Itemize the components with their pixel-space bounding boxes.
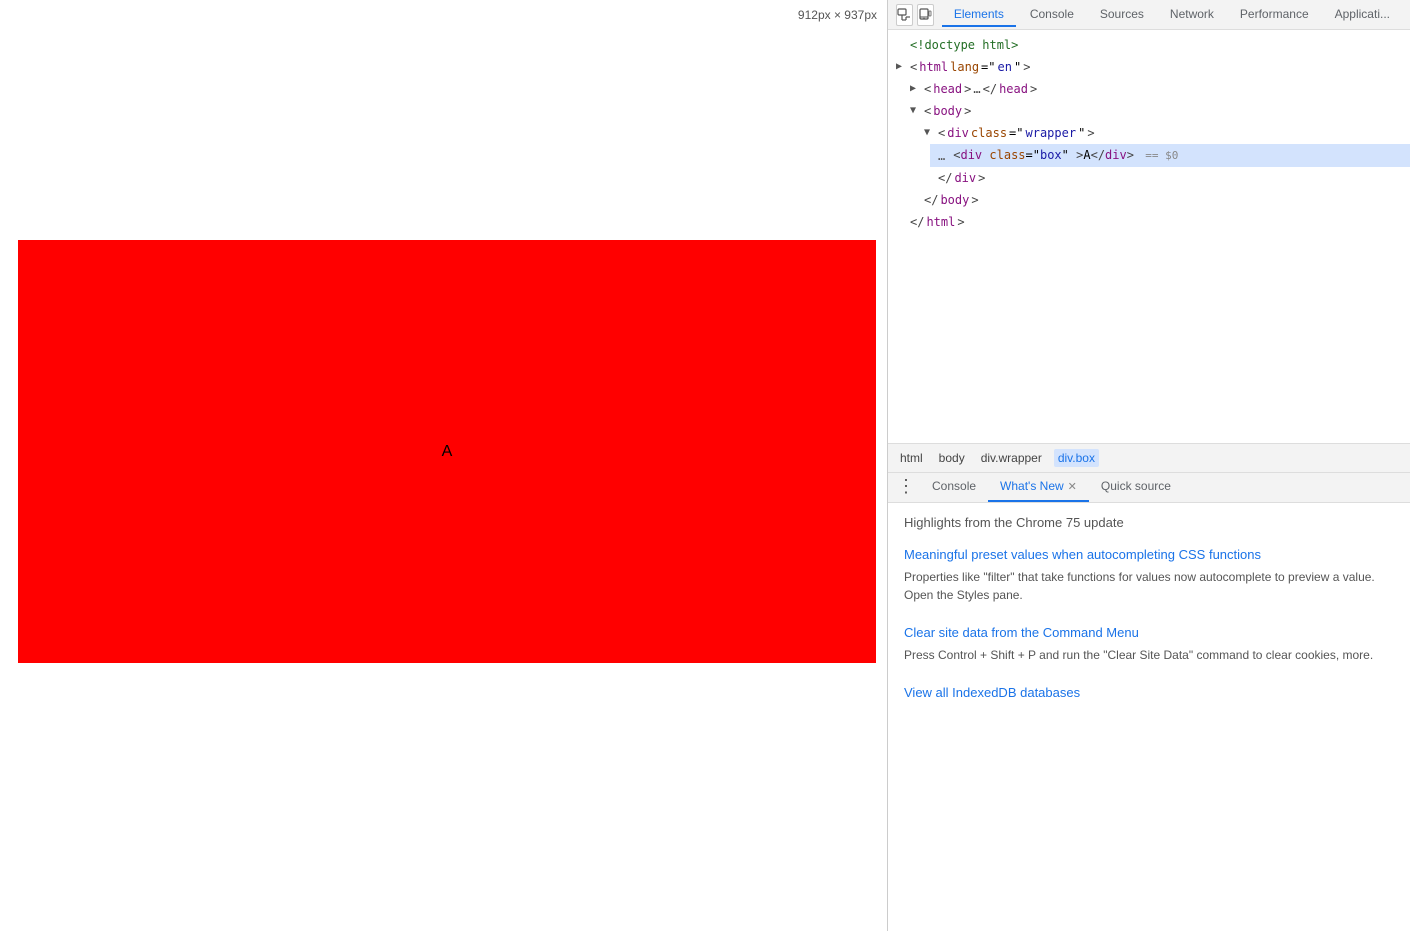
breadcrumb-html[interactable]: html bbox=[896, 449, 927, 467]
devtools-panel: Elements Console Sources Network Perform… bbox=[887, 0, 1410, 931]
feature-title-2[interactable]: Clear site data from the Command Menu bbox=[904, 624, 1394, 642]
tab-performance[interactable]: Performance bbox=[1228, 3, 1321, 27]
breadcrumb-box[interactable]: div.box bbox=[1054, 449, 1099, 467]
feature-item-2: Clear site data from the Command Menu Pr… bbox=[904, 624, 1394, 664]
box-content: A bbox=[442, 443, 453, 461]
feature-desc-1: Properties like "filter" that take funct… bbox=[904, 568, 1394, 604]
devtools-main-tabs: Elements Console Sources Network Perform… bbox=[942, 3, 1402, 27]
highlights-title: Highlights from the Chrome 75 update bbox=[904, 515, 1394, 530]
html-line-close-body[interactable]: </body> bbox=[902, 189, 1410, 211]
feature-desc-2: Press Control + Shift + P and run the "C… bbox=[904, 646, 1394, 664]
breadcrumb-bar: html body div.wrapper div.box bbox=[888, 443, 1410, 473]
html-line-head[interactable]: ▶ <head>…</head> bbox=[902, 78, 1410, 100]
red-box: A bbox=[18, 240, 876, 663]
breadcrumb-body[interactable]: body bbox=[935, 449, 969, 467]
elements-panel: <!doctype html> ▶ <html lang="en" > ▶ <h… bbox=[888, 30, 1410, 443]
tab-application[interactable]: Applicati... bbox=[1323, 3, 1402, 27]
tab-elements[interactable]: Elements bbox=[942, 3, 1016, 27]
html-line-wrapper[interactable]: ▼ <div class="wrapper" > bbox=[916, 122, 1410, 144]
tab-whats-new[interactable]: What's New ✕ bbox=[988, 472, 1089, 502]
tab-network[interactable]: Network bbox=[1158, 3, 1226, 27]
device-toggle-icon[interactable] bbox=[917, 4, 934, 26]
html-line-box[interactable]: … <div class="box" >A</div> == $0 bbox=[930, 144, 1410, 167]
bottom-tabs-bar: ⋮ Console What's New ✕ Quick source bbox=[888, 473, 1410, 503]
html-line-html[interactable]: ▶ <html lang="en" > bbox=[888, 56, 1410, 78]
breadcrumb-wrapper[interactable]: div.wrapper bbox=[977, 449, 1046, 467]
devtools-toolbar: Elements Console Sources Network Perform… bbox=[888, 0, 1410, 30]
feature-item-1: Meaningful preset values when autocomple… bbox=[904, 546, 1394, 604]
feature-title-3[interactable]: View all IndexedDB databases bbox=[904, 684, 1394, 702]
feature-item-3: View all IndexedDB databases bbox=[904, 684, 1394, 702]
feature-title-1[interactable]: Meaningful preset values when autocomple… bbox=[904, 546, 1394, 564]
whats-new-panel: Highlights from the Chrome 75 update Mea… bbox=[888, 503, 1410, 931]
tab-quick-source[interactable]: Quick source bbox=[1089, 472, 1183, 502]
tab-console-bottom[interactable]: Console bbox=[920, 472, 988, 502]
html-line-close-div[interactable]: </div> bbox=[916, 167, 1410, 189]
dimension-label: 912px × 937px bbox=[798, 8, 877, 22]
browser-viewport: 912px × 937px A bbox=[0, 0, 887, 931]
close-whats-new-button[interactable]: ✕ bbox=[1068, 480, 1077, 493]
more-tabs-button[interactable]: ⋮ bbox=[892, 473, 920, 501]
tab-sources[interactable]: Sources bbox=[1088, 3, 1156, 27]
html-line-body[interactable]: ▼ <body> bbox=[902, 100, 1410, 122]
tab-console[interactable]: Console bbox=[1018, 3, 1086, 27]
html-line-doctype[interactable]: <!doctype html> bbox=[888, 34, 1410, 56]
inspect-element-icon[interactable] bbox=[896, 4, 913, 26]
html-line-close-html[interactable]: </html> bbox=[888, 211, 1410, 233]
